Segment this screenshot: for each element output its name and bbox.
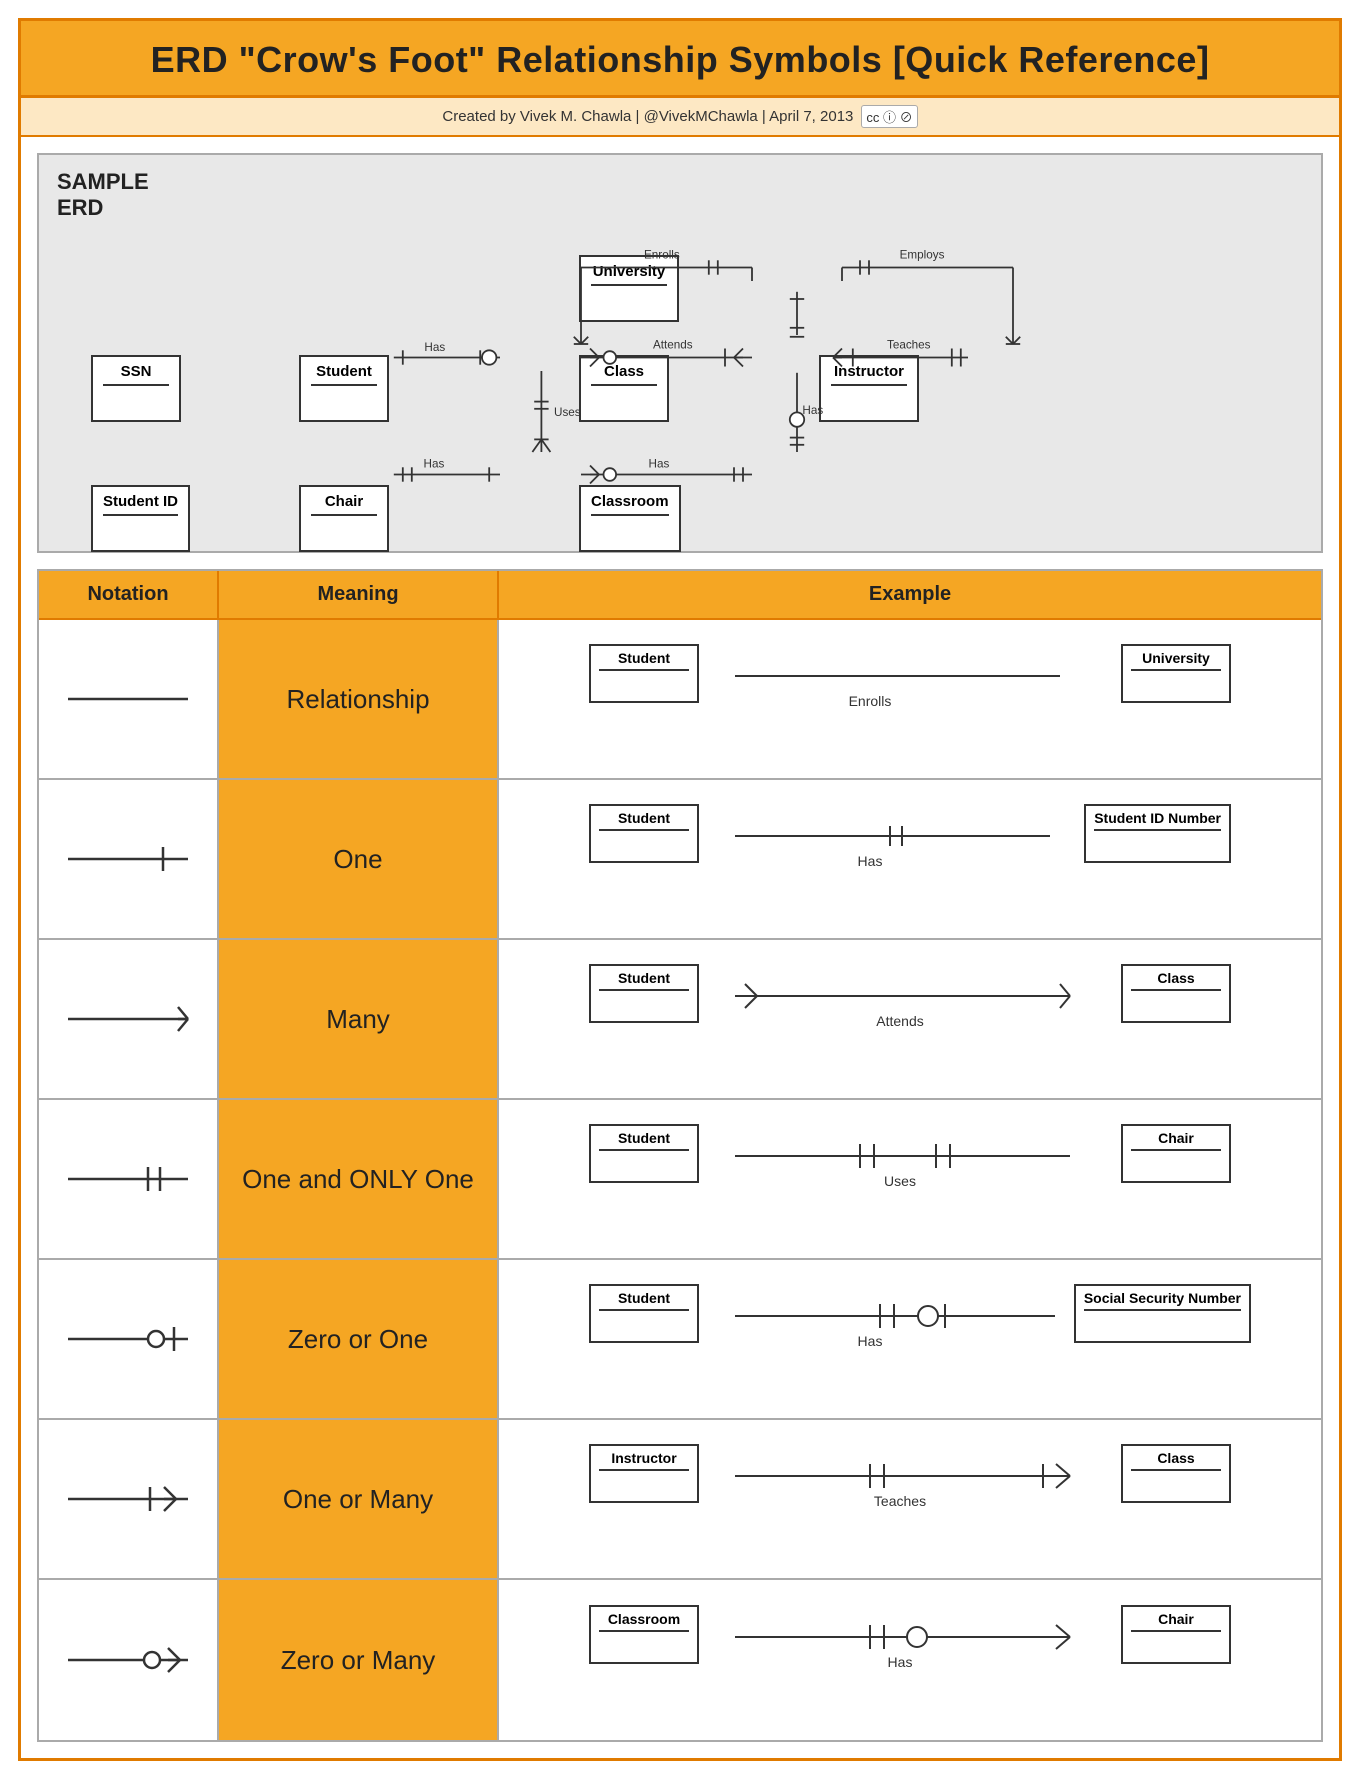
svg-text:Has: Has [858, 1333, 883, 1349]
table-row-one-only: One and ONLY One Student Chair [39, 1100, 1321, 1260]
meaning-text-relationship: Relationship [286, 684, 429, 715]
ex-entity-chair-zeromany: Chair [1121, 1605, 1231, 1664]
svg-text:Has: Has [858, 853, 883, 869]
ex-entity-classroom-zeromany: Classroom [589, 1605, 699, 1664]
col-header-meaning: Meaning [219, 571, 499, 618]
notation-one-or-many [39, 1420, 219, 1578]
example-diagram-one-or-many: Instructor Class Teaches [529, 1434, 1291, 1564]
svg-text:Has: Has [888, 1654, 913, 1670]
ex-entity-university-rel: University [1121, 644, 1231, 703]
svg-text:Has: Has [649, 457, 670, 470]
entity-student: Student [299, 355, 389, 422]
col-header-notation: Notation [39, 571, 219, 618]
meaning-one: One [219, 780, 499, 938]
svg-text:Has: Has [424, 341, 445, 354]
ex-entity-chair-one-only: Chair [1121, 1124, 1231, 1183]
example-many: Student Class A [499, 940, 1321, 1098]
main-container: ERD "Crow's Foot" Relationship Symbols [… [18, 18, 1342, 1761]
erd-label: SAMPLEERD [57, 169, 149, 222]
table-header: Notation Meaning Example [39, 571, 1321, 620]
cc-badge: cc ⓘ ⊘ [861, 105, 917, 128]
svg-text:Teaches: Teaches [874, 1493, 926, 1509]
example-diagram-relationship: Student University Enrolls [529, 634, 1291, 764]
svg-text:Has: Has [424, 457, 445, 470]
col-header-example: Example [499, 571, 1321, 618]
subtitle-text: Created by Vivek M. Chawla | @VivekMChaw… [442, 108, 853, 125]
page-title: ERD "Crow's Foot" Relationship Symbols [… [45, 39, 1315, 81]
notation-zero-or-many [39, 1580, 219, 1740]
svg-text:Enrolls: Enrolls [849, 693, 892, 709]
meaning-many: Many [219, 940, 499, 1098]
ex-entity-class-many: Class [1121, 964, 1231, 1023]
meaning-text-zero-or-one: Zero or One [288, 1324, 428, 1355]
example-diagram-zero-or-many: Classroom Chair [529, 1595, 1291, 1725]
reference-table: Notation Meaning Example Relationship St… [37, 569, 1323, 1742]
meaning-zero-or-many: Zero or Many [219, 1580, 499, 1740]
header: ERD "Crow's Foot" Relationship Symbols [… [21, 21, 1339, 98]
notation-one-only [39, 1100, 219, 1258]
notation-many [39, 940, 219, 1098]
svg-text:Teaches: Teaches [887, 339, 931, 352]
ex-entity-ssn-zeroone: Social Security Number [1074, 1284, 1251, 1343]
entity-class: Class [579, 355, 669, 422]
meaning-one-only: One and ONLY One [219, 1100, 499, 1258]
meaning-text-many: Many [326, 1004, 390, 1035]
example-zero-or-one: Student Social Security Number Has [499, 1260, 1321, 1418]
table-row-relationship: Relationship Student University Enrolls [39, 620, 1321, 780]
table-row-one: One Student Student ID Number Has [39, 780, 1321, 940]
example-one: Student Student ID Number Has [499, 780, 1321, 938]
ex-entity-student-rel: Student [589, 644, 699, 703]
svg-text:Attends: Attends [653, 339, 693, 352]
ex-entity-class-onemany: Class [1121, 1444, 1231, 1503]
svg-text:Uses: Uses [554, 406, 581, 419]
entity-ssn: SSN [91, 355, 181, 422]
example-zero-or-many: Classroom Chair [499, 1580, 1321, 1740]
ex-entity-student-many: Student [589, 964, 699, 1023]
example-relationship: Student University Enrolls [499, 620, 1321, 778]
ex-entity-student-one: Student [589, 804, 699, 863]
example-diagram-one: Student Student ID Number Has [529, 794, 1291, 924]
entity-university: University [579, 255, 679, 322]
entity-student-id: Student ID [91, 485, 190, 552]
meaning-one-or-many: One or Many [219, 1420, 499, 1578]
subtitle-bar: Created by Vivek M. Chawla | @VivekMChaw… [21, 98, 1339, 137]
ex-entity-instructor-onemany: Instructor [589, 1444, 699, 1503]
svg-text:Employs: Employs [900, 249, 945, 262]
meaning-text-zero-or-many: Zero or Many [281, 1645, 436, 1676]
ex-entity-student-zeroone: Student [589, 1284, 699, 1343]
ex-entity-student-one-only: Student [589, 1124, 699, 1183]
notation-relationship [39, 620, 219, 778]
entity-classroom: Classroom [579, 485, 681, 552]
entity-chair: Chair [299, 485, 389, 552]
entity-instructor: Instructor [819, 355, 919, 422]
example-one-or-many: Instructor Class Teaches [499, 1420, 1321, 1578]
example-diagram-many: Student Class A [529, 954, 1291, 1084]
svg-text:Uses: Uses [884, 1173, 916, 1189]
example-diagram-one-only: Student Chair Uses [529, 1114, 1291, 1244]
table-row-zero-or-many: Zero or Many Classroom Chair [39, 1580, 1321, 1740]
meaning-zero-or-one: Zero or One [219, 1260, 499, 1418]
meaning-relationship: Relationship [219, 620, 499, 778]
meaning-text-one: One [333, 844, 382, 875]
table-row-one-or-many: One or Many Instructor Class [39, 1420, 1321, 1580]
notation-one [39, 780, 219, 938]
meaning-text-one-only: One and ONLY One [242, 1164, 474, 1195]
ex-entity-studentid-one: Student ID Number [1084, 804, 1231, 863]
table-row-many: Many Student Class [39, 940, 1321, 1100]
notation-zero-or-one [39, 1260, 219, 1418]
erd-sample-area: SAMPLEERD SSN Student ID Student Chair U… [37, 153, 1323, 553]
example-diagram-zero-or-one: Student Social Security Number Has [529, 1274, 1291, 1404]
example-one-only: Student Chair Uses [499, 1100, 1321, 1258]
table-row-zero-or-one: Zero or One Student Social Security Numb… [39, 1260, 1321, 1420]
meaning-text-one-or-many: One or Many [283, 1484, 433, 1515]
svg-text:Attends: Attends [876, 1013, 923, 1029]
